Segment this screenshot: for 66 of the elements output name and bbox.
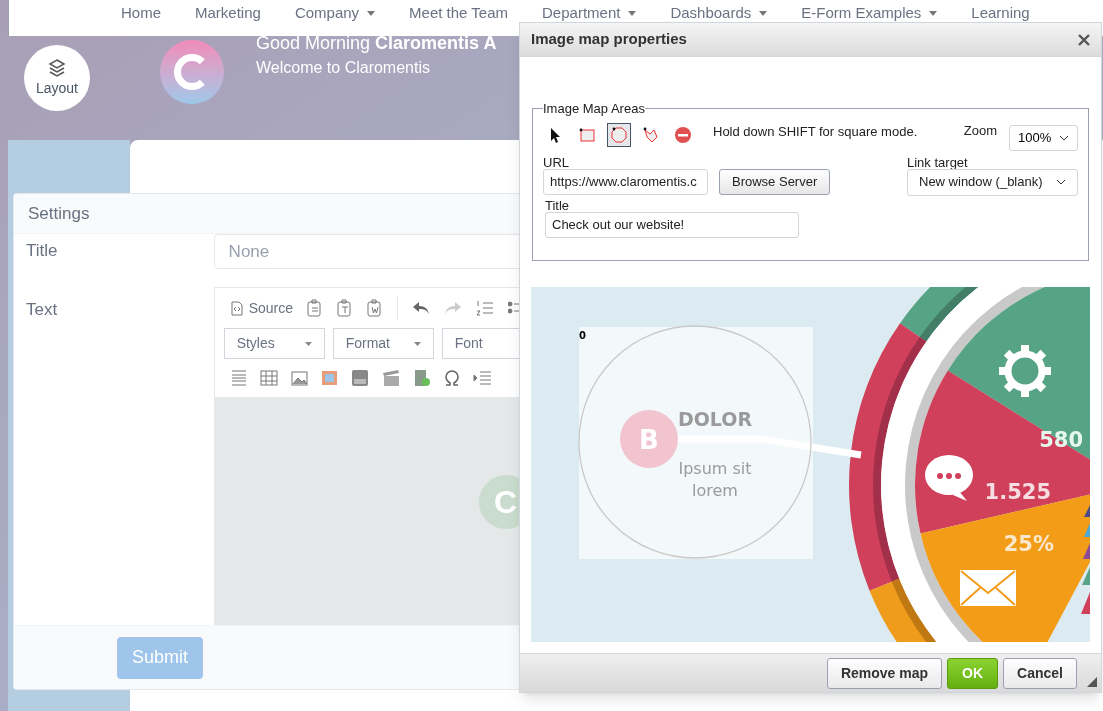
nav-link[interactable]: Learning	[971, 2, 1030, 25]
clipboard-icon[interactable]	[337, 299, 353, 317]
nav-link[interactable]: Meet the Team	[409, 2, 509, 25]
gear-icon	[999, 345, 1051, 397]
film-strip-icon[interactable]	[412, 369, 431, 387]
infographic-text: Ipsum sit	[678, 459, 752, 478]
url-field[interactable]: https://www.claromentis.c	[543, 168, 708, 195]
greeting-text: Good Morning Claromentis A	[256, 32, 497, 54]
cancel-button[interactable]: Cancel	[1003, 657, 1077, 689]
nav-link[interactable]: Company	[294, 2, 376, 25]
badge-letter: B	[639, 425, 659, 455]
field-label: Text	[25, 299, 59, 321]
speech-bubble-icon	[925, 455, 973, 501]
letter-badge	[620, 410, 678, 468]
horizontal-lines-icon[interactable]	[230, 369, 247, 387]
zoom-label: Zoom	[963, 121, 997, 140]
nav-link[interactable]: E-Form Examples	[801, 2, 938, 25]
caret-icon	[413, 341, 421, 346]
zoom-select[interactable]: 100%	[1009, 124, 1078, 151]
clipboard-icon[interactable]	[367, 299, 383, 317]
link-target-select[interactable]: New window (_blank)	[907, 168, 1078, 196]
nav-link[interactable]: Department	[542, 2, 637, 25]
indent-icon[interactable]	[472, 371, 491, 385]
close-icon[interactable]	[1078, 33, 1090, 46]
nav-link[interactable]: Marketing	[195, 2, 261, 25]
bullet-list-icon[interactable]	[508, 300, 520, 316]
layers-icon	[47, 57, 67, 78]
remove-map-button[interactable]: Remove map	[826, 657, 943, 689]
caret-icon	[304, 341, 312, 346]
document-code-icon	[230, 300, 243, 316]
format-dropdown[interactable]: Format	[332, 328, 434, 359]
hint-text: Hold down SHIFT for square mode.	[713, 122, 918, 141]
field-label: Title	[25, 240, 59, 262]
nav-link[interactable]: Home	[121, 2, 161, 25]
numbered-list-icon[interactable]	[476, 300, 494, 316]
table-icon[interactable]	[259, 370, 278, 386]
undo-icon[interactable]	[412, 301, 430, 315]
envelope-icon	[960, 570, 1016, 606]
clapperboard-icon[interactable]	[381, 369, 400, 387]
group-legend: Image Map Areas	[543, 99, 645, 119]
infographic-text: lorem	[692, 481, 738, 500]
browse-server-button[interactable]: Browse Server	[719, 168, 831, 195]
delete-icon	[673, 124, 693, 145]
nav-link[interactable]: Dashboards	[670, 2, 768, 25]
title-input-field[interactable]: Check out our website!	[545, 211, 799, 238]
omega-icon[interactable]	[443, 370, 460, 386]
image-icon[interactable]	[290, 370, 308, 386]
area-index-label: 0	[579, 330, 586, 341]
infographic-heading: DOLOR	[677, 408, 753, 430]
resize-grip-icon[interactable]	[1087, 677, 1097, 687]
infographic-value: 25%	[1003, 532, 1054, 556]
link-target-label: Link target	[907, 153, 969, 169]
format-dropdown[interactable]: Styles	[223, 328, 325, 359]
title-label: Title	[545, 196, 571, 212]
panel-title: Settings	[28, 202, 90, 225]
url-label: URL	[543, 153, 570, 169]
circle-tool[interactable]	[607, 122, 631, 147]
chevron-down-icon	[1059, 134, 1069, 141]
picture-frame-icon[interactable]	[320, 370, 338, 386]
clipboard-icon[interactable]	[307, 299, 323, 317]
welcome-text: Welcome to Claromentis	[256, 58, 431, 78]
source-button[interactable]: Source	[230, 297, 293, 319]
chevron-down-icon	[1056, 179, 1066, 185]
infographic-value: 1.525	[984, 480, 1051, 504]
dialog-title: Image map properties	[531, 29, 687, 50]
video-icon[interactable]	[350, 369, 369, 387]
